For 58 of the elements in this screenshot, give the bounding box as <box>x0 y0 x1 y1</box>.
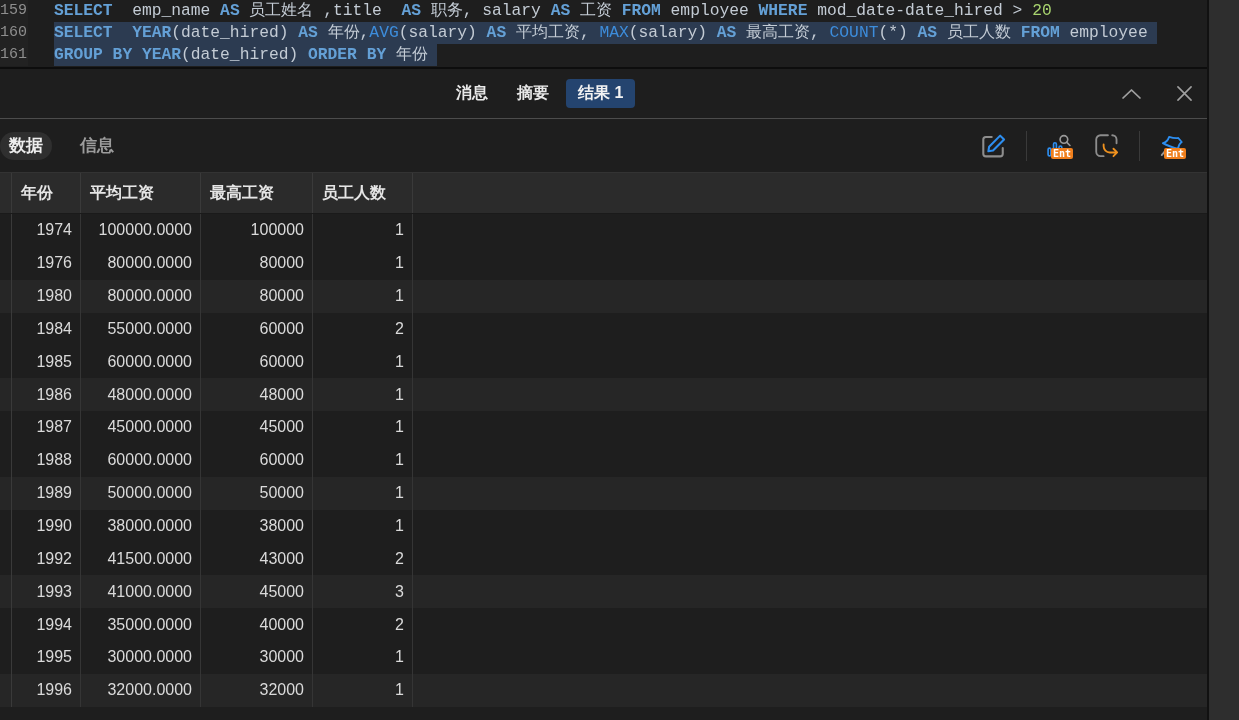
feature-badge: Ent <box>1163 147 1186 159</box>
table-cell: 60000.0000 <box>81 443 201 477</box>
table-cell: 50000.0000 <box>81 476 201 510</box>
line-number: 161 <box>0 44 28 66</box>
code-line[interactable]: SELECT emp_name AS 员工姓名 ,title AS 职务, salary AS 工资 FROM employee WHERE mod_date-date_hired > 20 <box>54 0 1061 22</box>
table-cell: 35000.0000 <box>81 608 201 641</box>
table-cell: 1987 <box>12 411 81 444</box>
collapse-button[interactable] <box>1122 88 1141 99</box>
table-cell: 1 <box>313 246 413 280</box>
table-cell: 100000 <box>201 214 313 247</box>
table-cell: 50000 <box>201 476 313 510</box>
table-cell: 1995 <box>12 640 81 674</box>
table-cell: 1 <box>313 640 413 674</box>
close-icon <box>1177 86 1192 101</box>
table-cell: 1 <box>313 214 413 247</box>
table-cell: 30000.0000 <box>81 640 201 674</box>
view-tab[interactable]: 数据 <box>0 131 52 160</box>
pencil-square-icon <box>982 133 1006 158</box>
column-header[interactable]: 员工人数 <box>313 173 413 213</box>
close-button[interactable] <box>1177 86 1192 101</box>
table-cell: 45000 <box>201 411 313 444</box>
view-tab[interactable]: 信息 <box>71 131 123 160</box>
table-cell: 1980 <box>12 279 81 313</box>
table-cell: 80000 <box>201 246 313 280</box>
result-tab[interactable]: 结果 1 <box>566 79 636 108</box>
table-cell: 1994 <box>12 608 81 641</box>
table-cell: 60000 <box>201 443 313 477</box>
result-tab[interactable]: 摘要 <box>505 79 561 108</box>
table-cell: 80000.0000 <box>81 246 201 280</box>
table-cell: 30000 <box>201 640 313 674</box>
curved-arrow-square-icon <box>1095 133 1119 158</box>
table-cell: 32000.0000 <box>81 673 201 707</box>
table-cell: 1 <box>313 476 413 510</box>
pin-icon <box>1160 133 1184 158</box>
line-number: 160 <box>0 22 28 44</box>
table-cell: 80000 <box>201 279 313 313</box>
column-header[interactable]: 最高工资 <box>201 173 313 213</box>
chevron-up-icon <box>1122 88 1141 99</box>
table-cell: 1974 <box>12 214 81 247</box>
table-cell: 1989 <box>12 476 81 510</box>
table-cell: 1 <box>313 279 413 313</box>
table-cell: 1 <box>313 443 413 477</box>
table-cell: 45000.0000 <box>81 411 201 444</box>
column-header[interactable]: 平均工资 <box>81 173 201 213</box>
table-cell: 32000 <box>201 673 313 707</box>
result-tab[interactable]: 消息 <box>444 79 500 108</box>
column-header[interactable]: 年份 <box>12 173 81 213</box>
line-number: 159 <box>0 0 28 22</box>
table-cell: 1976 <box>12 246 81 280</box>
table-cell: 1996 <box>12 673 81 707</box>
table-cell: 1 <box>313 673 413 707</box>
table-cell: 80000.0000 <box>81 279 201 313</box>
table-cell: 40000 <box>201 608 313 641</box>
table-cell: 100000.0000 <box>81 214 201 247</box>
feature-badge: Ent <box>1050 147 1073 159</box>
table-cell: 2 <box>313 608 413 641</box>
table-cell: 1 <box>313 411 413 444</box>
table-cell: 1988 <box>12 443 81 477</box>
